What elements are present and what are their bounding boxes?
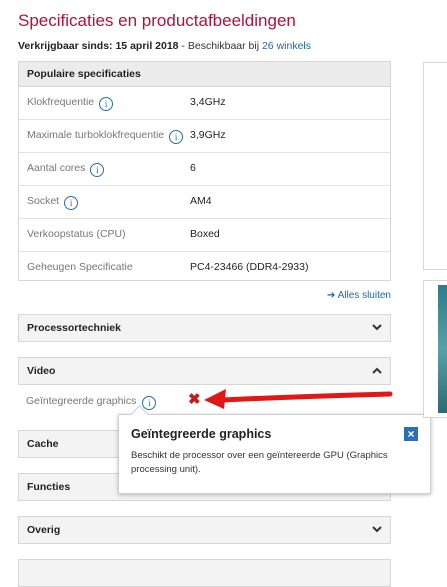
spec-label: Maximale turboklokfrequentie	[27, 129, 165, 141]
section-title: Overig	[27, 524, 61, 536]
info-icon[interactable]: i	[142, 396, 157, 410]
page-title: Specificaties en productafbeeldingen	[18, 11, 296, 30]
spec-row: Verkoopstatus (CPU) Boxed	[19, 219, 390, 252]
spec-value: 3,9GHz	[190, 129, 226, 141]
side-panel	[423, 62, 447, 270]
availability-separator: - Beschikbaar bij	[178, 40, 262, 52]
popular-specs-heading: Populaire specificaties	[19, 62, 390, 87]
shops-link[interactable]: 26 winkels	[262, 40, 311, 52]
spec-value: PC4-23466 (DDR4-2933)	[190, 261, 309, 273]
section-title: Cache	[27, 438, 59, 450]
info-icon[interactable]: i	[64, 196, 79, 210]
spec-label: Aantal cores	[27, 162, 86, 174]
close-icon[interactable]: ×	[404, 427, 418, 441]
spec-value: Boxed	[190, 228, 220, 240]
spec-row: Geheugen Specificatie PC4-23466 (DDR4-29…	[19, 252, 390, 284]
section-video[interactable]: Video	[18, 357, 391, 385]
availability-label: Verkrijgbaar sinds:	[18, 40, 113, 52]
close-all-link[interactable]: ➔ Alles sluiten	[327, 290, 391, 301]
section-processortechniek[interactable]: Processortechniek	[18, 314, 391, 342]
availability-date: 15 april 2018	[115, 40, 179, 52]
product-image	[438, 285, 447, 413]
section-title: Functies	[27, 481, 71, 493]
info-icon[interactable]: i	[90, 163, 105, 177]
spec-row: Aantal cores i 6	[19, 153, 390, 186]
spec-label: Geheugen Specificatie	[27, 261, 133, 273]
tooltip-popover: Geïntegreerde graphics × Beschikt de pro…	[118, 405, 431, 494]
section-title: Processortechniek	[27, 322, 121, 334]
cross-icon: ✖	[188, 391, 201, 408]
tooltip-body: Beschikt de processor over een geïnteree…	[131, 450, 388, 475]
chevron-down-icon	[372, 315, 382, 352]
availability-line: Verkrijgbaar sinds: 15 april 2018 - Besc…	[18, 40, 311, 52]
spec-value: 6	[190, 162, 196, 174]
spec-row: Socket i AM4	[19, 186, 390, 219]
spec-label: Geïntegreerde graphics	[26, 395, 137, 407]
section-title: Video	[27, 365, 56, 377]
spec-value: AM4	[190, 195, 212, 207]
tooltip-title: Geïntegreerde graphics	[131, 427, 272, 441]
spec-label: Verkoopstatus (CPU)	[27, 228, 126, 240]
popular-specs-table: Populaire specificaties Klokfrequentie i …	[18, 61, 391, 281]
product-image-panel[interactable]	[423, 280, 447, 418]
spec-label: Klokfrequentie	[27, 96, 95, 108]
spec-value: 3,4GHz	[190, 96, 226, 108]
section-overig[interactable]: Overig	[18, 516, 391, 544]
red-arrow-annotation	[204, 389, 393, 409]
spec-row: Klokfrequentie i 3,4GHz	[19, 87, 390, 120]
info-icon[interactable]: i	[99, 97, 114, 111]
spec-label: Socket	[27, 195, 60, 207]
chevron-down-icon	[372, 517, 382, 554]
section-next[interactable]	[18, 559, 391, 587]
info-icon[interactable]: i	[169, 130, 184, 144]
spec-row: Maximale turboklokfrequentie i 3,9GHz	[19, 120, 390, 153]
